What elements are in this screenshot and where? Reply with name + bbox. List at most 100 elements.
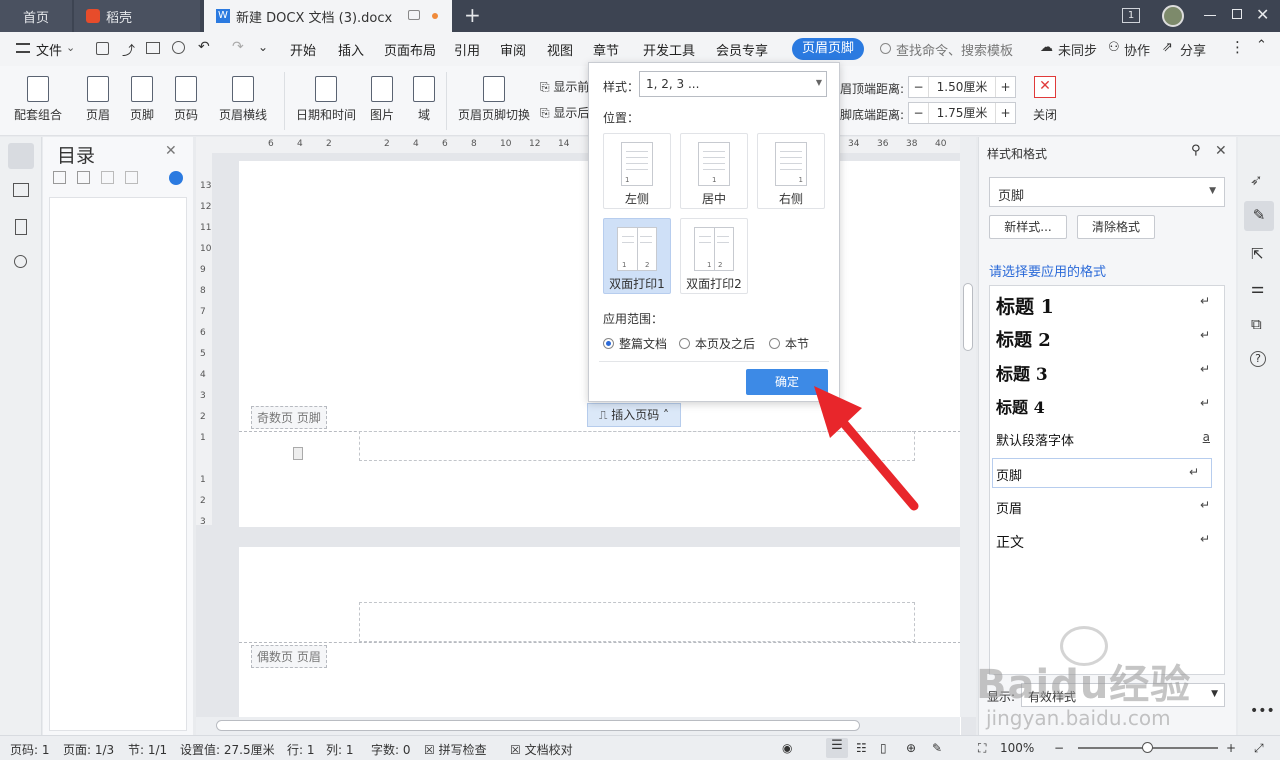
- navigation-icon[interactable]: [13, 183, 29, 197]
- new-tab-button[interactable]: +: [464, 3, 481, 27]
- style-item-body[interactable]: 正文 ↵: [990, 528, 1224, 556]
- bookmark-icon[interactable]: [15, 219, 27, 235]
- position-left[interactable]: 1 左侧: [603, 133, 671, 209]
- zoom-slider[interactable]: [1078, 742, 1218, 753]
- avatar[interactable]: [1162, 5, 1184, 27]
- status-page[interactable]: 页面: 1/3: [63, 741, 114, 758]
- backup-icon[interactable]: ⧉: [1251, 315, 1262, 333]
- menu-file[interactable]: 文件: [36, 40, 62, 59]
- chevron-down-icon[interactable]: ⌄: [66, 41, 75, 54]
- style-item-default-font[interactable]: 默认段落字体 a: [990, 426, 1224, 454]
- show-next-option[interactable]: ⎘ 显示后: [540, 104, 589, 121]
- menu-item-chapter[interactable]: 章节: [593, 40, 619, 59]
- header-content-box[interactable]: [359, 602, 915, 642]
- outline-icon[interactable]: [8, 143, 34, 169]
- fit-icon[interactable]: ⛶: [978, 741, 986, 756]
- field-button[interactable]: 域: [410, 76, 438, 123]
- zoom-level[interactable]: 100%: [1000, 741, 1034, 755]
- add-icon[interactable]: [101, 171, 114, 184]
- sync-button[interactable]: 未同步: [1058, 40, 1097, 59]
- collapse-ribbon-icon[interactable]: ⌃: [1256, 38, 1267, 53]
- style-item-heading2[interactable]: 标题 2 ↵: [990, 322, 1224, 354]
- export-icon[interactable]: ⤴: [122, 40, 135, 59]
- scrollbar-thumb[interactable]: [216, 720, 860, 731]
- command-search-input[interactable]: 查找命令、搜索模板: [896, 40, 1013, 59]
- close-header-footer-button[interactable]: ✕ 关闭: [1030, 76, 1060, 123]
- menu-item-header-footer[interactable]: 页眉页脚: [792, 38, 865, 60]
- insert-page-number-button[interactable]: ⎍ 插入页码 ˄: [587, 403, 681, 427]
- increment-icon[interactable]: +: [995, 77, 1015, 97]
- footer-distance-value[interactable]: 1.75厘米: [929, 103, 995, 123]
- expand-icon[interactable]: [53, 171, 66, 184]
- more-icon[interactable]: •••: [1250, 703, 1275, 719]
- window-count-icon[interactable]: 1: [1122, 8, 1140, 23]
- position-duplex1[interactable]: 12 双面打印1: [603, 218, 671, 294]
- pin-icon[interactable]: ⚲: [1191, 143, 1201, 158]
- menu-item-view[interactable]: 视图: [547, 40, 573, 59]
- doc-proof-button[interactable]: ☒ 文档校对: [510, 741, 573, 758]
- style-list[interactable]: 标题 1 ↵ 标题 2 ↵ 标题 3 ↵ 标题 4 ↵ 默认段落字体 a 页脚 ↵ 页眉 ↵ …: [989, 285, 1225, 675]
- footer-button[interactable]: 页脚: [124, 76, 160, 123]
- footer-distance-stepper[interactable]: − 1.75厘米 +: [908, 102, 1016, 124]
- header-line-button[interactable]: 页眉横线: [214, 76, 272, 123]
- footer-doc-icon[interactable]: [293, 447, 303, 460]
- toc-settings-icon[interactable]: [169, 171, 183, 185]
- menu-item-insert[interactable]: 插入: [338, 40, 364, 59]
- style-item-heading1[interactable]: 标题 1 ↵: [990, 288, 1224, 320]
- header-footer-switch-button[interactable]: 页眉页脚切换: [456, 76, 532, 123]
- tab-home[interactable]: 首页: [0, 0, 72, 32]
- redo-icon[interactable]: ↷: [232, 39, 244, 55]
- collab-button[interactable]: 协作: [1124, 40, 1150, 59]
- save-icon[interactable]: [96, 42, 109, 55]
- status-words[interactable]: 字数: 0: [371, 741, 411, 758]
- show-prev-option[interactable]: ⎘ 显示前: [540, 78, 589, 95]
- scope-whole-doc-radio[interactable]: 整篇文档: [603, 335, 667, 352]
- eye-icon[interactable]: ◉: [782, 741, 792, 755]
- style-brush-icon[interactable]: ✎: [1244, 201, 1274, 231]
- header-button[interactable]: 页眉: [80, 76, 116, 123]
- spell-check-button[interactable]: ☒ 拼写检查: [424, 741, 487, 758]
- menu-item-start[interactable]: 开始: [290, 40, 316, 59]
- tab-daoke[interactable]: 稻壳: [74, 0, 200, 32]
- undo-icon[interactable]: ↶: [198, 39, 210, 55]
- close-icon[interactable]: ✕: [165, 143, 177, 159]
- more-dropdown-icon[interactable]: ⌄: [258, 40, 268, 54]
- menu-item-reference[interactable]: 引用: [454, 40, 480, 59]
- style-item-header[interactable]: 页眉 ↵: [990, 494, 1224, 522]
- increment-icon[interactable]: +: [995, 103, 1015, 123]
- pen-icon[interactable]: ✎: [932, 741, 942, 755]
- help-icon[interactable]: ?: [1250, 351, 1266, 367]
- hamburger-icon[interactable]: [16, 43, 30, 53]
- page-number-button[interactable]: 页码: [168, 76, 204, 123]
- web-view-icon[interactable]: ⊕: [906, 741, 916, 755]
- date-time-button[interactable]: 日期和时间: [294, 76, 358, 123]
- minimize-button[interactable]: [1204, 15, 1216, 16]
- close-icon[interactable]: ✕: [1215, 143, 1227, 159]
- decrement-icon[interactable]: −: [909, 77, 929, 97]
- zoom-slider-thumb[interactable]: [1142, 742, 1153, 753]
- page-number-style-select[interactable]: 1, 2, 3 ... ▼: [639, 71, 827, 97]
- vertical-scrollbar[interactable]: [960, 137, 976, 717]
- restore-button[interactable]: [1232, 9, 1242, 19]
- scrollbar-thumb[interactable]: [963, 283, 973, 351]
- outline-view-icon[interactable]: ☷: [856, 741, 867, 755]
- match-combo-button[interactable]: 配套组合: [10, 76, 66, 123]
- share-button[interactable]: 分享: [1180, 40, 1206, 59]
- tab-document[interactable]: W 新建 DOCX 文档 (3).docx: [204, 0, 452, 32]
- zoom-out-icon[interactable]: −: [1054, 741, 1064, 755]
- style-item-heading4[interactable]: 标题 4 ↵: [990, 390, 1224, 422]
- position-duplex2[interactable]: 12 双面打印2: [680, 218, 748, 294]
- horizontal-scrollbar[interactable]: [196, 717, 960, 735]
- print-icon[interactable]: [146, 42, 160, 54]
- decrement-icon[interactable]: −: [909, 103, 929, 123]
- close-window-button[interactable]: ✕: [1256, 5, 1269, 24]
- scope-this-section-radio[interactable]: 本节: [769, 335, 809, 352]
- preview-icon[interactable]: [172, 41, 185, 54]
- position-center[interactable]: 1 居中: [680, 133, 748, 209]
- menu-item-devtools[interactable]: 开发工具: [643, 40, 695, 59]
- select-cursor-icon[interactable]: ⇱: [1251, 245, 1264, 263]
- clear-format-button[interactable]: 清除格式: [1077, 215, 1155, 239]
- adjust-icon[interactable]: ⚌: [1251, 279, 1264, 297]
- position-right[interactable]: 1 右侧: [757, 133, 825, 209]
- menu-item-review[interactable]: 审阅: [500, 40, 526, 59]
